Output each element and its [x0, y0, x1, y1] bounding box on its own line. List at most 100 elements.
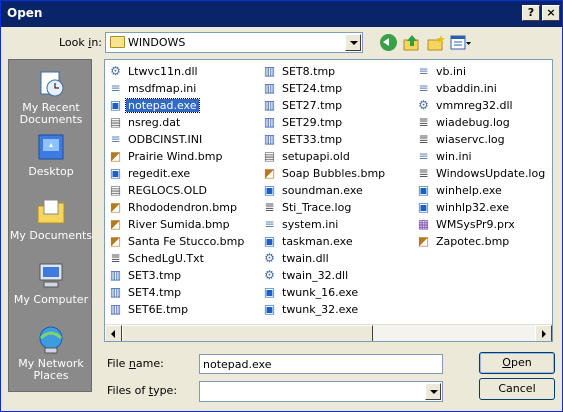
place-label: My Recent Documents [19, 101, 83, 126]
tmp-file-icon: ▥ [263, 115, 276, 129]
back-button[interactable] [379, 33, 399, 53]
file-item[interactable]: ▥ SET24.tmp [262, 80, 387, 97]
file-item[interactable]: ◩ Rhododendron.bmp [108, 199, 246, 216]
file-name: SET24.tmp [282, 82, 343, 95]
file-item[interactable]: ◩ Prairie Wind.bmp [108, 148, 246, 165]
cancel-button[interactable]: Cancel [479, 378, 555, 400]
log-file-icon: ≣ [418, 132, 429, 146]
file-list[interactable]: ⚙ Ltwvc11n.dll ≡ msdfmap.ini ▣ notepad.exe ▤ ns… [104, 59, 553, 342]
file-name: REGLOCS.OLD [128, 184, 207, 197]
file-name-label-suffix: ame: [135, 357, 164, 370]
help-button[interactable]: ? [522, 5, 540, 21]
file-item[interactable]: ⚙ twain.dll [262, 250, 387, 267]
chevron-down-icon[interactable] [345, 34, 361, 51]
file-item[interactable]: ≣ Sti_Trace.log [262, 199, 387, 216]
file-name: setupapi.old [282, 150, 350, 163]
file-item[interactable]: ≡ msdfmap.ini [108, 80, 246, 97]
dll-file-icon: ⚙ [264, 251, 275, 265]
file-item[interactable]: ▦ WMSysPr9.prx [416, 216, 547, 233]
file-item[interactable]: ≣ wiaservc.log [416, 131, 547, 148]
tmp-file-icon: ▥ [109, 268, 122, 282]
views-menu-button[interactable] [450, 33, 471, 53]
file-item[interactable]: ≡ win.ini [416, 148, 547, 165]
file-item[interactable]: ▥ SET33.tmp [262, 131, 387, 148]
place-desktop[interactable]: Desktop [9, 132, 93, 178]
up-folder-button[interactable] [402, 33, 422, 53]
file-item[interactable]: ◩ River Sumida.bmp [108, 216, 246, 233]
horizontal-scrollbar[interactable] [105, 324, 552, 341]
file-item[interactable]: ▣ soundman.exe [262, 182, 387, 199]
file-item[interactable]: ≣ wiadebug.log [416, 114, 547, 131]
exe-file-icon: ▣ [263, 234, 276, 248]
file-item[interactable]: ▤ nsreg.dat [108, 114, 246, 131]
ini-file-icon: ≡ [110, 132, 121, 146]
files-of-type-label: Files of type: [107, 384, 177, 397]
place-my-documents[interactable]: My Documents [9, 196, 93, 242]
my-computer-icon [35, 260, 67, 292]
file-name: Zapotec.bmp [436, 235, 510, 248]
file-item[interactable]: ◩ Soap Bubbles.bmp [262, 165, 387, 182]
file-item[interactable]: ▥ SET29.tmp [262, 114, 387, 131]
file-item[interactable]: ≡ vbaddin.ini [416, 80, 547, 97]
exe-file-icon: ▣ [263, 183, 276, 197]
file-item[interactable]: ▥ SET8.tmp [262, 63, 387, 80]
file-item[interactable]: ▥ SET27.tmp [262, 97, 387, 114]
file-item[interactable]: ≡ ODBCINST.INI [108, 131, 246, 148]
file-item[interactable]: ⚙ Ltwvc11n.dll [108, 63, 246, 80]
file-item[interactable]: ▣ winhlp32.exe [416, 199, 547, 216]
file-item[interactable]: ▣ taskman.exe [262, 233, 387, 250]
place-my-computer[interactable]: My Computer [9, 260, 93, 306]
file-name: winhlp32.exe [436, 201, 510, 214]
file-item[interactable]: ◩ Santa Fe Stucco.bmp [108, 233, 246, 250]
file-name: win.ini [436, 150, 472, 163]
place-label: My Computer [13, 293, 89, 306]
look-in-value: WINDOWS [128, 36, 186, 49]
file-item[interactable]: ▣ twunk_32.exe [262, 301, 387, 318]
files-of-type-dropdown[interactable] [199, 381, 443, 402]
file-name: Sti_Trace.log [282, 201, 352, 214]
place-network[interactable]: My Network Places [9, 324, 93, 382]
file-item[interactable]: ≡ system.ini [262, 216, 387, 233]
file-name-label-prefix: File [107, 357, 129, 370]
open-button[interactable]: Open [479, 352, 555, 374]
scroll-left-button[interactable] [105, 325, 122, 341]
file-item[interactable]: ▣ winhelp.exe [416, 182, 547, 199]
scroll-right-button[interactable] [535, 325, 552, 341]
up-folder-icon [403, 35, 419, 51]
file-item[interactable]: ▣ twunk_16.exe [262, 284, 387, 301]
new-folder-button[interactable] [426, 33, 446, 53]
file-item[interactable]: ▥ SET6E.tmp [108, 301, 246, 318]
file-item[interactable]: ▣ notepad.exe [108, 97, 246, 114]
file-name: regedit.exe [128, 167, 191, 180]
file-item[interactable]: ≣ WindowsUpdate.log [416, 165, 547, 182]
ini-file-icon: ≡ [418, 149, 429, 163]
file-item[interactable]: ≣ SchedLgU.Txt [108, 250, 246, 267]
chevron-down-icon[interactable] [425, 383, 441, 400]
file-item[interactable]: ◩ Zapotec.bmp [416, 233, 547, 250]
file-item[interactable]: ▤ setupapi.old [262, 148, 387, 165]
file-item[interactable]: ≡ vb.ini [416, 63, 547, 80]
look-in-dropdown[interactable]: WINDOWS [105, 32, 363, 53]
file-name-input[interactable]: notepad.exe [199, 354, 443, 374]
file-name: SET4.tmp [128, 286, 182, 299]
file-item[interactable]: ⚙ vmmreg32.dll [416, 97, 547, 114]
file-item[interactable]: ▣ regedit.exe [108, 165, 246, 182]
file-name: taskman.exe [282, 235, 353, 248]
file-item[interactable]: ▥ SET3.tmp [108, 267, 246, 284]
place-recent-documents[interactable]: My Recent Documents [9, 68, 93, 126]
file-name: WindowsUpdate.log [436, 167, 546, 180]
file-item[interactable]: ⚙ twain_32.dll [262, 267, 387, 284]
file-item[interactable]: ▤ REGLOCS.OLD [108, 182, 246, 199]
title-bar[interactable]: Open ? × [1, 1, 562, 27]
desktop-icon [35, 132, 67, 164]
exe-file-icon: ▣ [417, 183, 430, 197]
scroll-thumb[interactable] [122, 325, 373, 341]
file-name: SET3.tmp [128, 269, 182, 282]
close-button[interactable]: × [542, 5, 560, 21]
file-column: ≡ vb.ini ≡ vbaddin.ini ⚙ vmmreg32.dll ≣ wiadebu… [416, 63, 547, 250]
ini-file-icon: ≡ [110, 81, 121, 95]
dat-file-icon: ▤ [109, 115, 122, 129]
file-item[interactable]: ▥ SET4.tmp [108, 284, 246, 301]
log-file-icon: ≣ [418, 166, 429, 180]
dll-file-icon: ⚙ [418, 98, 429, 112]
